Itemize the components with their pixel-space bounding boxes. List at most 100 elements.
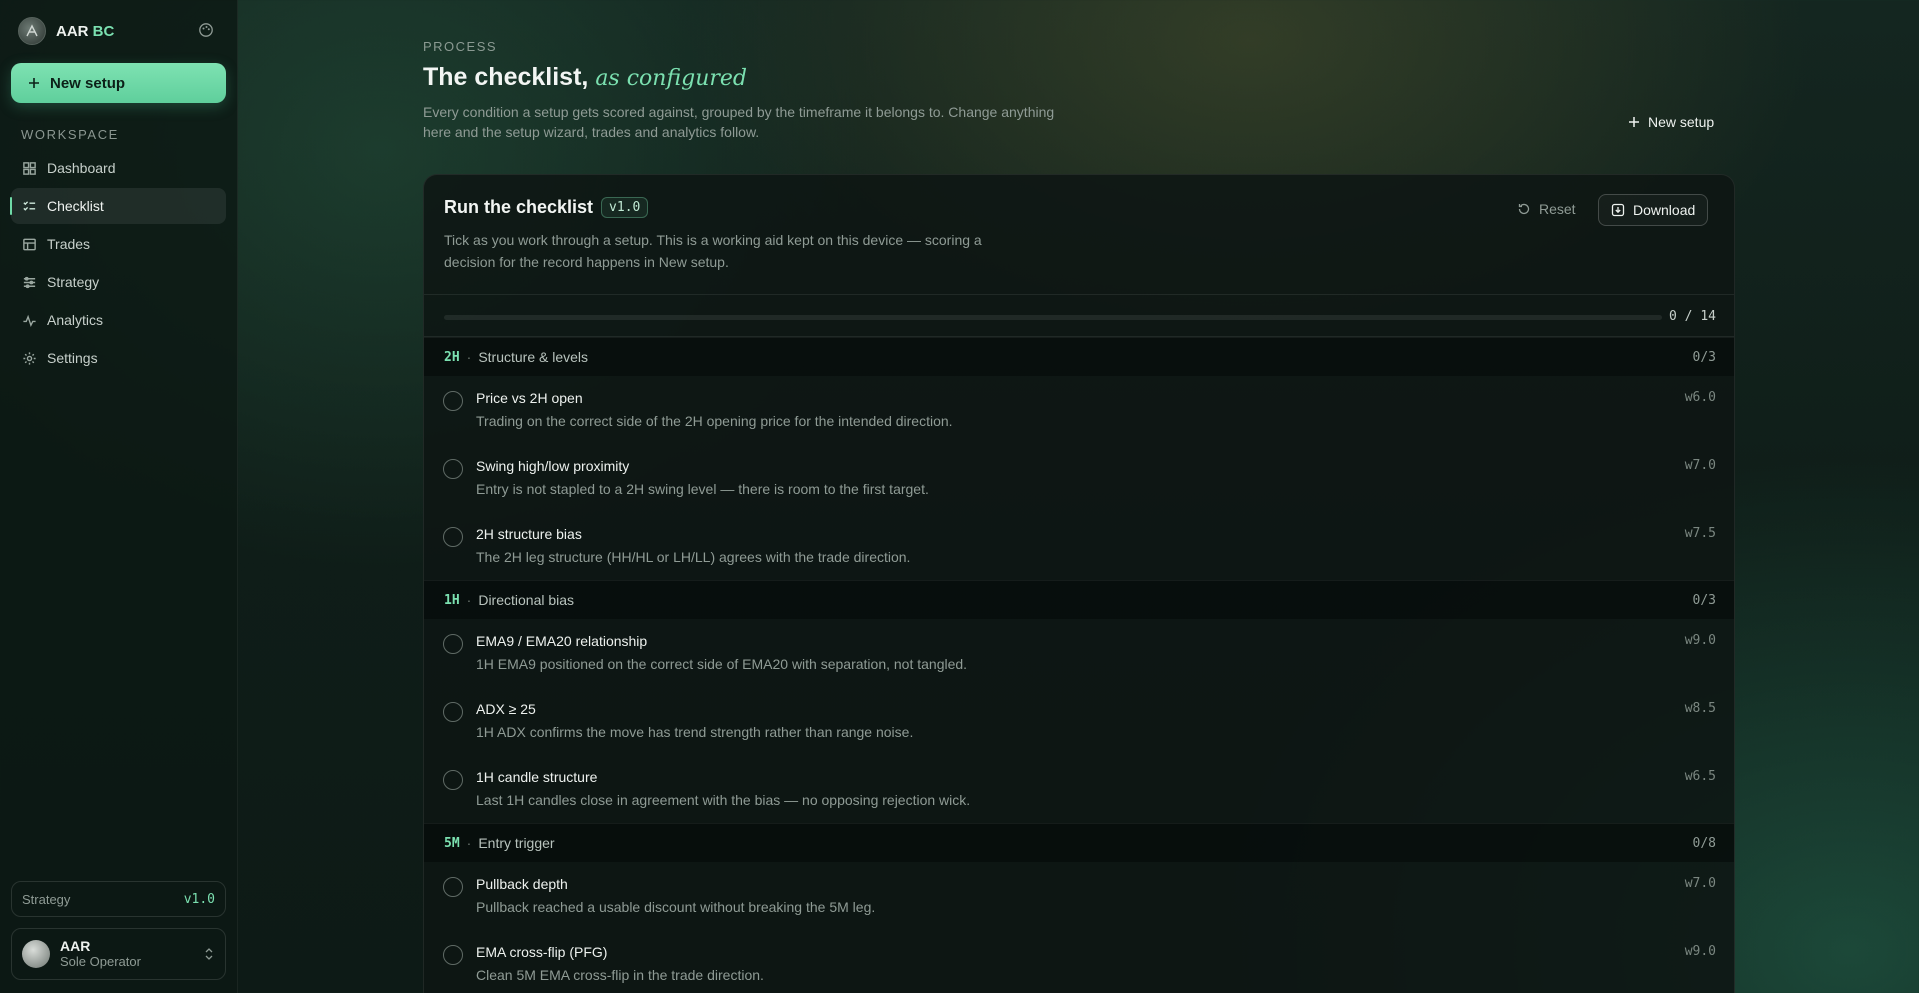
sidebar-item-label: Settings bbox=[47, 350, 98, 366]
checklist-checkbox[interactable] bbox=[443, 877, 463, 897]
sidebar-item-trades[interactable]: Trades bbox=[11, 226, 226, 262]
avatar bbox=[22, 940, 50, 968]
checklist-item-name: EMA9 / EMA20 relationship bbox=[476, 633, 648, 649]
checklist-checkbox[interactable] bbox=[443, 945, 463, 965]
checklist-checkbox[interactable] bbox=[443, 702, 463, 722]
user-menu[interactable]: AAR Sole Operator bbox=[11, 928, 226, 980]
sidebar-item-dashboard[interactable]: Dashboard bbox=[11, 150, 226, 186]
checklist-item[interactable]: ADX ≥ 25 1H ADX confirms the move has tre… bbox=[424, 687, 1734, 755]
checklist-item[interactable]: EMA9 / EMA20 relationship 1H EMA9 positio… bbox=[424, 619, 1734, 687]
checklist-item-name: Swing high/low proximity bbox=[476, 458, 630, 474]
checklist-item-weight: w6.5 bbox=[1684, 769, 1716, 784]
group-separator: · bbox=[466, 349, 472, 365]
reset-label: Reset bbox=[1539, 201, 1576, 217]
plus-icon bbox=[1629, 117, 1639, 127]
strategy-version: v1.0 bbox=[183, 891, 215, 907]
group-separator: · bbox=[466, 835, 472, 851]
group-header-1h: 1H · Directional bias 0/3 bbox=[424, 580, 1734, 619]
checklist-item-description: 1H EMA9 positioned on the correct side o… bbox=[476, 656, 968, 672]
checklist-description: Tick as you work through a setup. This i… bbox=[444, 232, 982, 270]
checklist-item[interactable]: 1H candle structure Last 1H candles close… bbox=[424, 755, 1734, 823]
checklist-item-description: Clean 5M EMA cross-flip in the trade dir… bbox=[476, 967, 764, 983]
checklist-card-header: Run the checklist v1.0 Tick as you work … bbox=[424, 175, 1734, 295]
group-name: Entry trigger bbox=[478, 835, 555, 851]
page-title-main: The checklist, bbox=[423, 63, 589, 91]
checklist-item[interactable]: Swing high/low proximity Entry is not sta… bbox=[424, 444, 1734, 512]
user-role: Sole Operator bbox=[60, 953, 141, 969]
checklist-item[interactable]: Price vs 2H open Trading on the correct s… bbox=[424, 376, 1734, 444]
sidebar-item-strategy[interactable]: Strategy bbox=[11, 264, 226, 300]
sidebar-item-settings[interactable]: Settings bbox=[11, 340, 226, 376]
progress-bar bbox=[444, 315, 1662, 320]
checklist-item-name: Pullback depth bbox=[476, 876, 568, 892]
brand-name: AAR BC bbox=[56, 22, 115, 40]
group-count: 0/8 bbox=[1692, 835, 1716, 851]
page-title-italic: as configured bbox=[595, 66, 747, 91]
checklist-item-name: Price vs 2H open bbox=[476, 390, 583, 406]
group-count: 0/3 bbox=[1692, 349, 1716, 365]
progress-row: 0 / 14 bbox=[424, 295, 1734, 337]
download-image-icon bbox=[1611, 203, 1625, 217]
sliders-icon bbox=[23, 276, 36, 288]
checklist-item-weight: w9.0 bbox=[1684, 944, 1716, 959]
checklist-item-name: 1H candle structure bbox=[476, 769, 598, 785]
checklist-title: Run the checklist v1.0 bbox=[444, 197, 649, 218]
sidebar: AAR BC New setup WORKSPACE Dashboard Che… bbox=[0, 0, 238, 993]
sidebar-item-label: Analytics bbox=[47, 312, 104, 328]
group-timeframe: 1H bbox=[444, 592, 460, 608]
brand-logo-icon bbox=[18, 17, 46, 45]
checklist-item[interactable]: Pullback depth Pullback reached a usable … bbox=[424, 862, 1734, 930]
checklist-checkbox[interactable] bbox=[443, 634, 463, 654]
workspace-section-label: WORKSPACE bbox=[21, 127, 119, 142]
checklist-item-weight: w9.0 bbox=[1684, 633, 1716, 648]
new-setup-label: New setup bbox=[50, 74, 126, 92]
gear-icon bbox=[23, 351, 36, 365]
checklist-title-text: Run the checklist bbox=[444, 197, 594, 217]
checklist-item-description: Trading on the correct side of the 2H op… bbox=[476, 413, 953, 429]
new-setup-button[interactable]: New setup bbox=[11, 63, 226, 103]
grid-icon bbox=[23, 161, 36, 175]
activity-icon bbox=[23, 314, 36, 327]
brand[interactable]: AAR BC bbox=[18, 17, 114, 45]
checklist-item-weight: w6.0 bbox=[1684, 390, 1716, 405]
page-title: The checklist, as configured bbox=[423, 63, 747, 92]
version-badge: v1.0 bbox=[601, 197, 649, 218]
sidebar-nav: Dashboard Checklist Trades Strategy Anal… bbox=[10, 150, 226, 378]
strategy-version-pill[interactable]: Strategy v1.0 bbox=[11, 881, 226, 917]
checklist-item[interactable]: 2H structure bias The 2H leg structure (H… bbox=[424, 512, 1734, 580]
palette-icon[interactable] bbox=[198, 22, 214, 38]
page-description: Every condition a setup gets scored agai… bbox=[423, 104, 1055, 140]
header-new-setup-button[interactable]: New setup bbox=[1628, 114, 1714, 130]
download-button[interactable]: Download bbox=[1598, 194, 1709, 226]
checklist-checkbox[interactable] bbox=[443, 459, 463, 479]
sidebar-item-label: Dashboard bbox=[47, 160, 116, 176]
checklist-item-description: Entry is not stapled to a 2H swing level… bbox=[476, 481, 929, 497]
group-timeframe: 2H bbox=[444, 349, 460, 365]
strategy-label: Strategy bbox=[22, 891, 71, 907]
checklist-item-description: Pullback reached a usable discount witho… bbox=[476, 899, 876, 915]
checklist-item-description: Last 1H candles close in agreement with … bbox=[476, 792, 971, 808]
reset-button[interactable]: Reset bbox=[1517, 201, 1576, 217]
checklist-checkbox[interactable] bbox=[443, 527, 463, 547]
header-new-setup-label: New setup bbox=[1648, 114, 1715, 130]
chevron-updown-icon bbox=[205, 948, 213, 960]
page-eyebrow: PROCESS bbox=[423, 39, 498, 54]
checklist-item-description: The 2H leg structure (HH/HL or LH/LL) ag… bbox=[476, 549, 911, 565]
sidebar-item-analytics[interactable]: Analytics bbox=[11, 302, 226, 338]
checklist-item-weight: w7.0 bbox=[1684, 458, 1716, 473]
checklist-item-weight: w7.0 bbox=[1684, 876, 1716, 891]
download-label: Download bbox=[1633, 202, 1696, 218]
checklist-checkbox[interactable] bbox=[443, 391, 463, 411]
progress-count: 0 / 14 bbox=[1669, 309, 1716, 324]
checklist-groups: 2H · Structure & levels 0/3 Price vs 2H open… bbox=[424, 337, 1734, 993]
group-name: Structure & levels bbox=[478, 349, 589, 365]
plus-icon bbox=[29, 78, 39, 88]
group-separator: · bbox=[466, 592, 472, 608]
checklist-checkbox[interactable] bbox=[443, 770, 463, 790]
group-header-5m: 5M · Entry trigger 0/8 bbox=[424, 823, 1734, 862]
user-name: AAR bbox=[60, 938, 91, 955]
checklist-item[interactable]: EMA cross-flip (PFG) Clean 5M EMA cross-f… bbox=[424, 930, 1734, 993]
group-header-2h: 2H · Structure & levels 0/3 bbox=[424, 337, 1734, 376]
checklist-item-name: ADX ≥ 25 bbox=[476, 701, 536, 717]
sidebar-item-checklist[interactable]: Checklist bbox=[10, 188, 226, 224]
